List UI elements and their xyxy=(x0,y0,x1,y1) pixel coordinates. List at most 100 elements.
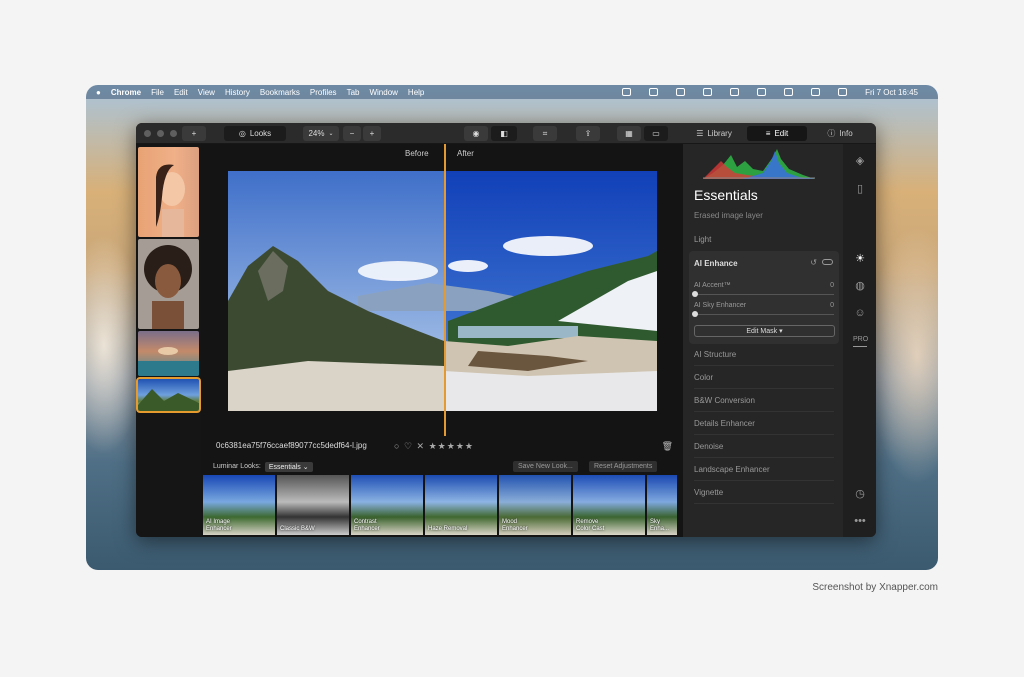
preview-toggle-button[interactable]: ◉ xyxy=(464,126,488,141)
apple-icon[interactable]: ● xyxy=(96,88,101,97)
tab-edit-label: Edit xyxy=(774,129,789,138)
wifi-icon[interactable] xyxy=(784,88,794,96)
status-app-icon[interactable] xyxy=(676,88,686,96)
window-controls xyxy=(136,129,177,137)
after-label: After xyxy=(457,149,474,158)
look-thumbnail[interactable]: Remove Color Cast xyxy=(573,475,645,535)
menu-file[interactable]: File xyxy=(151,88,164,97)
toggle-icon[interactable] xyxy=(822,259,833,265)
look-thumbnail[interactable]: Mood Enhancer xyxy=(499,475,571,535)
filmstrip-thumbnail[interactable] xyxy=(138,239,199,329)
ai-enhance-title[interactable]: AI Enhance xyxy=(694,259,738,268)
grid-view-button[interactable]: ▦ xyxy=(617,126,641,141)
tab-info[interactable]: ⓘ Info xyxy=(810,126,870,141)
filmstrip-thumbnail[interactable] xyxy=(138,331,199,376)
menu-window[interactable]: Window xyxy=(369,88,397,97)
section-details-enhancer[interactable]: Details Enhancer xyxy=(694,419,834,428)
looks-button[interactable]: ◎ Looks xyxy=(224,126,286,141)
ai-sky-slider[interactable] xyxy=(694,314,834,315)
look-thumbnail[interactable]: Classic B&W xyxy=(277,475,349,535)
section-bw-conversion[interactable]: B&W Conversion xyxy=(694,396,834,405)
zoom-out-button[interactable]: − xyxy=(343,126,361,141)
lake-photo xyxy=(138,347,199,376)
menubar-clock[interactable]: Fri 7 Oct 16:45 xyxy=(865,88,918,97)
menu-tab[interactable]: Tab xyxy=(347,88,360,97)
panel-title: Essentials xyxy=(694,187,758,203)
section-divider xyxy=(694,388,834,389)
look-thumbnail[interactable]: Contrast Enhancer xyxy=(351,475,423,535)
section-ai-structure[interactable]: AI Structure xyxy=(694,350,834,359)
reset-icon[interactable]: ↺ xyxy=(810,258,817,267)
status-app-icon[interactable] xyxy=(622,88,632,96)
canvas-icon[interactable]: ▯ xyxy=(853,182,867,196)
reject-icon[interactable]: ✕ xyxy=(417,441,426,451)
bluetooth-icon[interactable] xyxy=(703,88,713,96)
battery-icon[interactable] xyxy=(757,88,767,96)
looks-category-select[interactable]: Essentials ⌄ xyxy=(264,461,313,472)
flag-icon[interactable]: ○ xyxy=(394,441,400,451)
creative-palette-icon[interactable]: ◍ xyxy=(853,279,867,293)
look-name: AI Image Enhancer xyxy=(206,519,232,532)
section-color[interactable]: Color xyxy=(694,373,834,382)
essentials-sun-icon[interactable]: ☀ xyxy=(853,252,867,266)
before-after-divider-handle[interactable] xyxy=(444,144,446,436)
section-vignette[interactable]: Vignette xyxy=(694,488,834,497)
section-landscape-enhancer[interactable]: Landscape Enhancer xyxy=(694,465,834,474)
menu-help[interactable]: Help xyxy=(408,88,424,97)
history-clock-icon[interactable]: ◷ xyxy=(853,487,867,501)
main-photo[interactable] xyxy=(228,171,657,411)
zoom-in-button[interactable]: + xyxy=(363,126,381,141)
status-app-icon[interactable] xyxy=(730,88,740,96)
ai-sky-slider-handle[interactable] xyxy=(692,311,698,317)
star-rating[interactable]: ★★★★★ xyxy=(429,441,474,451)
zoom-window-button[interactable] xyxy=(170,129,177,137)
edit-mask-button[interactable]: Edit Mask ▾ xyxy=(694,325,835,337)
histogram xyxy=(703,149,815,179)
look-name: Mood Enhancer xyxy=(502,519,528,532)
control-center-icon[interactable] xyxy=(838,88,848,96)
section-denoise[interactable]: Denoise xyxy=(694,442,834,451)
portrait-photo xyxy=(144,245,192,329)
ai-accent-slider-handle[interactable] xyxy=(692,291,698,297)
menu-profiles[interactable]: Profiles xyxy=(310,88,337,97)
menu-history[interactable]: History xyxy=(225,88,250,97)
portrait-face-icon[interactable]: ☺ xyxy=(853,306,867,320)
zoom-select[interactable]: 24% ⌄ xyxy=(303,126,339,141)
heart-icon[interactable]: ♡ xyxy=(404,441,413,451)
section-light[interactable]: Light xyxy=(694,235,834,244)
search-icon[interactable] xyxy=(811,88,821,96)
menu-app-name[interactable]: Chrome xyxy=(111,88,141,97)
status-app-icon[interactable] xyxy=(649,88,659,96)
minimize-window-button[interactable] xyxy=(157,129,164,137)
look-thumbnail[interactable]: Haze Removal xyxy=(425,475,497,535)
menu-edit[interactable]: Edit xyxy=(174,88,188,97)
image-viewer: Before After 0c6381ea75f76ccaef89077cc5d… xyxy=(201,144,683,537)
single-view-button[interactable]: ▭ xyxy=(644,126,668,141)
filmstrip-thumbnail-selected[interactable] xyxy=(136,377,201,413)
reset-adjustments-button[interactable]: Reset Adjustments xyxy=(589,461,658,472)
menu-bookmarks[interactable]: Bookmarks xyxy=(260,88,300,97)
ai-accent-slider[interactable] xyxy=(694,294,834,295)
layers-icon[interactable]: ◈ xyxy=(853,154,867,168)
section-divider xyxy=(694,503,834,504)
menu-view[interactable]: View xyxy=(198,88,215,97)
tab-library[interactable]: ☰ Library xyxy=(684,126,744,141)
photo-rating: ○ ♡ ✕ ★★★★★ xyxy=(394,441,474,452)
crop-button[interactable]: ⌗ xyxy=(533,126,557,141)
look-thumbnail[interactable]: AI Image Enhancer xyxy=(203,475,275,535)
more-icon[interactable]: ••• xyxy=(853,514,867,528)
compare-toggle-button[interactable]: ◧ xyxy=(491,126,517,141)
add-button[interactable]: + xyxy=(182,126,206,141)
look-thumbnail[interactable]: Sky Enha... xyxy=(647,475,677,535)
pro-icon[interactable]: PRO xyxy=(853,333,868,347)
close-window-button[interactable] xyxy=(144,129,151,137)
tab-edit[interactable]: ≡ Edit xyxy=(747,126,807,141)
before-label: Before xyxy=(405,149,429,158)
share-icon: ⇪ xyxy=(584,129,592,138)
filmstrip-thumbnail[interactable] xyxy=(138,147,199,237)
share-button[interactable]: ⇪ xyxy=(576,126,600,141)
save-new-look-button[interactable]: Save New Look... xyxy=(513,461,578,472)
tool-sidebar: ◈ ▯ ☀ ◍ ☺ PRO ◷ ••• xyxy=(843,144,876,537)
trash-icon[interactable]: 🗑 xyxy=(662,441,673,452)
app-toolbar: + ◎ Looks 24% ⌄ − + ◉ ◧ ⌗ ⇪ ▦ ▭ ☰ Librar… xyxy=(136,123,876,144)
